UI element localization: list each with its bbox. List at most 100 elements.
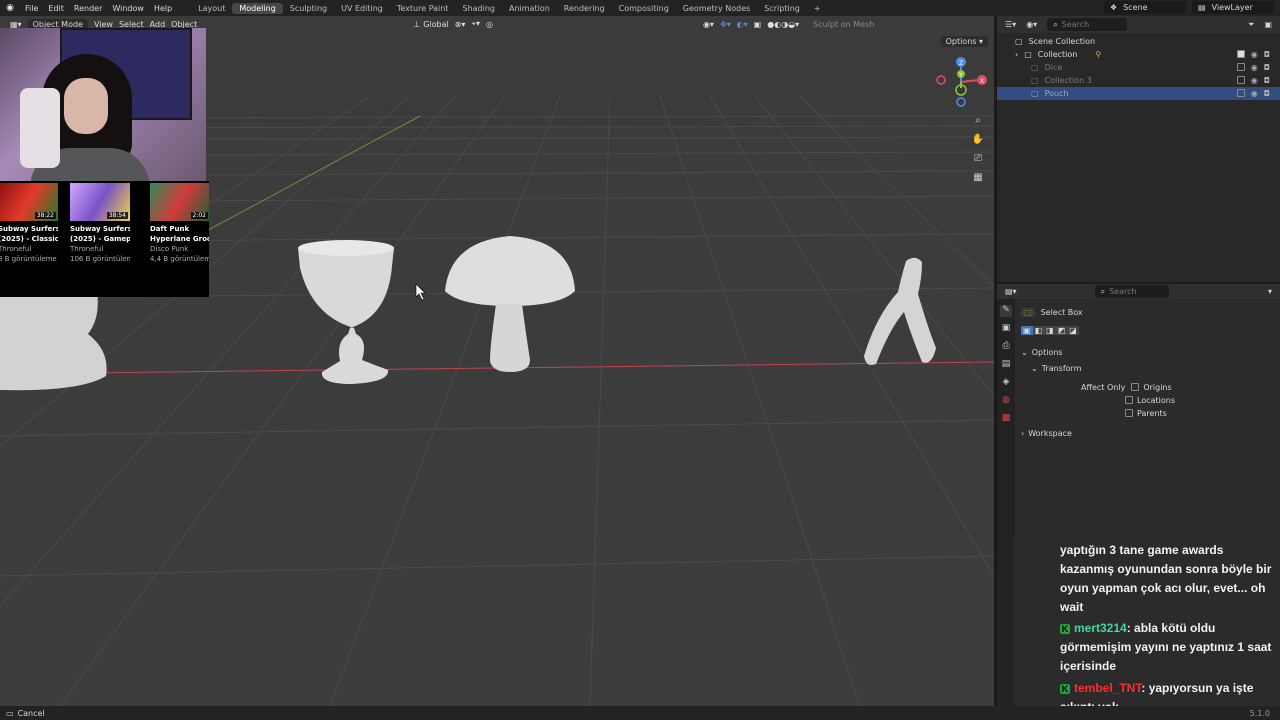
texture-tab-icon[interactable]: ▩	[1000, 413, 1012, 425]
gizmo-x-label: X	[980, 78, 984, 85]
world-tab-icon[interactable]: ◍	[1000, 395, 1012, 407]
origins-checkbox[interactable]	[1131, 383, 1140, 391]
mode-set-icon[interactable]: ▣	[1021, 325, 1033, 335]
view-layer-selector[interactable]: ▤ ViewLayer	[1192, 1, 1274, 14]
video-title[interactable]: Subway Surfers	[70, 224, 130, 234]
tab-scripting[interactable]: Scripting	[757, 3, 807, 14]
menu-file[interactable]: File	[25, 4, 38, 13]
exclude-checkbox[interactable]	[1236, 76, 1245, 84]
visibility-eye-icon[interactable]: ◉	[1251, 63, 1258, 72]
xray-icon[interactable]: ▣	[754, 20, 762, 29]
tab-uv-editing[interactable]: UV Editing	[334, 3, 390, 14]
video-title-line2[interactable]: Hyperlane Groov...	[150, 234, 209, 244]
exclude-checkbox[interactable]	[1236, 89, 1245, 97]
blender-logo-icon[interactable]: ◉	[0, 3, 20, 13]
overlay-toggle-icon[interactable]: ◐▾	[737, 20, 748, 29]
tab-rendering[interactable]: Rendering	[557, 3, 612, 14]
tab-layout[interactable]: Layout	[191, 3, 232, 14]
tab-modeling[interactable]: Modeling	[232, 2, 283, 14]
camera-render-icon[interactable]: ◘	[1264, 76, 1270, 85]
pan-hand-icon[interactable]: ✋	[970, 131, 986, 147]
video-card[interactable]: 2:02 Daft Punk Hyperlane Groov... Disco …	[150, 183, 209, 264]
visibility-eye-icon[interactable]: ◉	[1251, 89, 1258, 98]
menu-help[interactable]: Help	[154, 4, 172, 13]
zoom-icon[interactable]: ⌕	[970, 112, 986, 128]
transform-subsection-header[interactable]: ⌄ Transform	[1031, 361, 1274, 375]
display-mode-icon[interactable]: ◉▾	[1026, 20, 1037, 29]
chat-username[interactable]: tembel_TNT	[1074, 681, 1141, 695]
tab-sculpting[interactable]: Sculpting	[283, 3, 334, 14]
tab-texture-paint[interactable]: Texture Paint	[390, 3, 456, 14]
snap-icon[interactable]: ⌖▾	[471, 19, 480, 29]
locations-checkbox[interactable]	[1125, 396, 1133, 404]
outliner-editor-icon[interactable]: ☰▾	[1005, 20, 1016, 29]
bowl-mesh[interactable]	[0, 286, 107, 391]
mode-invert-icon[interactable]: ◩	[1055, 325, 1068, 335]
chat-username[interactable]: mert3214	[1074, 621, 1127, 635]
scene-collection-row[interactable]: ▢ Scene Collection	[997, 35, 1280, 48]
exclude-checkbox[interactable]	[1236, 50, 1245, 58]
menu-edit[interactable]: Edit	[48, 4, 64, 13]
tab-animation[interactable]: Animation	[502, 3, 557, 14]
video-title-line2[interactable]: (2025) - Gameplay...	[70, 234, 130, 244]
outliner-item-collection-3[interactable]: ▢ Collection 3 ◉ ◘	[997, 74, 1280, 87]
outliner-item-collection[interactable]: › ▢ Collection ⚲ ◉ ◘	[997, 48, 1280, 61]
video-thumbnail[interactable]: 38:22	[0, 183, 58, 221]
visibility-eye-icon[interactable]: ◉	[1251, 76, 1258, 85]
properties-editor-icon[interactable]: ▤▾	[1005, 287, 1017, 296]
proportional-edit-icon[interactable]: ◎	[486, 20, 493, 29]
exclude-checkbox[interactable]	[1236, 63, 1245, 71]
scene-tab-icon[interactable]: ◈	[1000, 377, 1012, 389]
pivot-icon[interactable]: ⊗▾	[455, 20, 466, 29]
add-workspace-button[interactable]: +	[807, 3, 828, 14]
video-title-line2[interactable]: (2025) - Classic -...	[0, 234, 58, 244]
workspace-section-header[interactable]: › Workspace	[1021, 426, 1274, 440]
video-card[interactable]: 38:22 Subway Surfers (2025) - Classic -.…	[0, 183, 58, 264]
scene-selector[interactable]: ❖ Scene	[1104, 1, 1186, 14]
visibility-icon[interactable]: ◉▾	[703, 20, 714, 29]
options-section-header[interactable]: ⌄ Options	[1021, 345, 1274, 359]
video-thumbnail[interactable]: 2:02	[150, 183, 209, 221]
output-tab-icon[interactable]: ⎙	[1000, 341, 1012, 353]
video-card[interactable]: 38:54 Subway Surfers (2025) - Gameplay..…	[70, 183, 130, 264]
tool-tab-icon[interactable]: ✎	[1000, 305, 1012, 317]
gizmo-toggle-icon[interactable]: ✥▾	[720, 20, 731, 29]
mode-intersect-icon[interactable]: ◪	[1067, 325, 1079, 335]
pin-icon[interactable]: ▾	[1268, 287, 1272, 296]
outliner-item-dice[interactable]: ▢ Dice ◉ ◘	[997, 61, 1280, 74]
video-title[interactable]: Subway Surfers	[0, 224, 58, 234]
video-channel[interactable]: Throneful	[0, 244, 58, 254]
options-dropdown[interactable]: Options ▾	[940, 36, 988, 47]
orientation-dropdown[interactable]: Global	[423, 20, 449, 29]
shading-solid-icon[interactable]: ●◐◑◒▾	[767, 20, 799, 29]
mode-extend-icon[interactable]: ◧	[1032, 325, 1045, 335]
tab-compositing[interactable]: Compositing	[612, 3, 676, 14]
video-channel[interactable]: Throneful	[70, 244, 130, 254]
menu-render[interactable]: Render	[74, 4, 102, 13]
camera-render-icon[interactable]: ◘	[1264, 50, 1270, 59]
video-title[interactable]: Daft Punk	[150, 224, 209, 234]
camera-render-icon[interactable]: ◘	[1264, 63, 1270, 72]
outliner-search-input[interactable]: ⌕ Search	[1047, 18, 1128, 31]
camera-render-icon[interactable]: ◘	[1264, 89, 1270, 98]
visibility-eye-icon[interactable]: ◉	[1251, 50, 1258, 59]
outliner-item-pouch[interactable]: ▢ Pouch ◉ ◘	[997, 87, 1280, 100]
tab-shading[interactable]: Shading	[455, 3, 502, 14]
new-collection-icon[interactable]: ▣	[1264, 20, 1272, 29]
render-tab-icon[interactable]: ▣	[1000, 323, 1012, 335]
properties-search-input[interactable]: ⌕ Search	[1094, 285, 1169, 298]
mode-subtract-icon[interactable]: ◨	[1044, 325, 1056, 335]
expand-arrow-icon[interactable]: ›	[1015, 50, 1018, 59]
video-thumbnail[interactable]: 38:54	[70, 183, 130, 221]
perspective-grid-icon[interactable]: ▦	[970, 169, 986, 185]
menu-window[interactable]: Window	[112, 4, 144, 13]
sculpt-on-mesh-label[interactable]: Sculpt on Mesh	[813, 20, 874, 29]
video-channel[interactable]: Disco Punk	[150, 244, 209, 254]
tab-geometry-nodes[interactable]: Geometry Nodes	[676, 3, 757, 14]
chat-message: Kmert3214: abla kötü oldu görmemişim yay…	[1060, 619, 1276, 676]
parents-checkbox[interactable]	[1125, 409, 1133, 417]
filter-icon[interactable]: ⏷	[1248, 20, 1254, 30]
select-box-icon[interactable]: ⬚	[1021, 307, 1035, 317]
camera-view-icon[interactable]: ⎚	[970, 150, 986, 166]
view-layer-tab-icon[interactable]: ▤	[1000, 359, 1012, 371]
